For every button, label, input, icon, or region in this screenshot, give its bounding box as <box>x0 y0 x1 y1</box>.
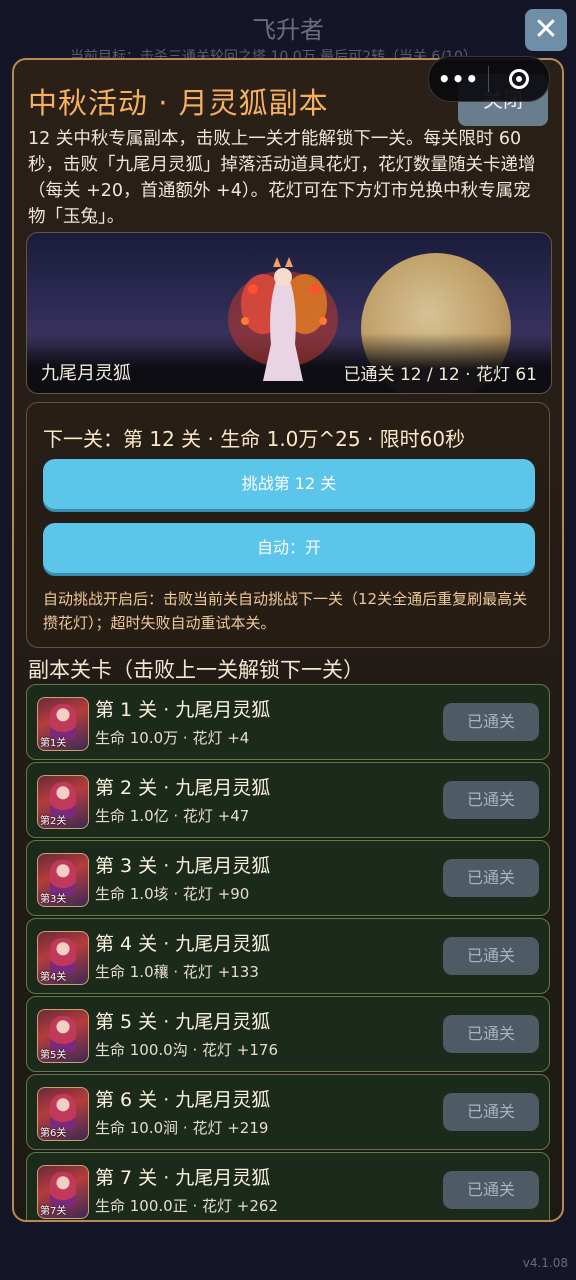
close-icon[interactable]: ✕ <box>525 9 567 51</box>
stage-thumbnail: 第4关 <box>37 931 89 985</box>
stage-row[interactable]: 第5关 第 5 关 · 九尾月灵狐 生命 100.0沟 · 花灯 +176 已通… <box>26 996 550 1072</box>
stage-name: 第 6 关 · 九尾月灵狐 <box>95 1089 271 1111</box>
stage-meta: 生命 100.0沟 · 花灯 +176 <box>95 1041 278 1059</box>
boss-banner: 九尾月灵狐 已通关 12 / 12 · 花灯 61 <box>26 232 552 394</box>
thumb-label: 第1关 <box>40 738 67 749</box>
more-icon[interactable]: ••• <box>429 67 488 91</box>
exit-target-icon[interactable] <box>489 69 548 89</box>
auto-toggle-button[interactable]: 自动：开 <box>43 523 535 573</box>
stage-row[interactable]: 第2关 第 2 关 · 九尾月灵狐 生命 1.0亿 · 花灯 +47 已通关 <box>26 762 550 838</box>
modal-title: 中秋活动 · 月灵狐副本 <box>28 86 329 120</box>
stage-meta: 生命 1.0垓 · 花灯 +90 <box>95 885 250 903</box>
thumb-label: 第4关 <box>40 972 67 983</box>
stage-thumbnail: 第1关 <box>37 697 89 751</box>
stage-status-button[interactable]: 已通关 <box>443 1093 539 1131</box>
stage-row[interactable]: 第1关 第 1 关 · 九尾月灵狐 生命 10.0万 · 花灯 +4 已通关 <box>26 684 550 760</box>
stage-name: 第 1 关 · 九尾月灵狐 <box>95 699 271 721</box>
stage-meta: 生命 1.0亿 · 花灯 +47 <box>95 807 250 825</box>
thumb-label: 第7关 <box>40 1206 67 1217</box>
stage-name: 第 3 关 · 九尾月灵狐 <box>95 855 271 877</box>
stage-status-button[interactable]: 已通关 <box>443 859 539 897</box>
progress-stats: 已通关 12 / 12 · 花灯 61 <box>343 365 537 385</box>
stage-name: 第 2 关 · 九尾月灵狐 <box>95 777 271 799</box>
stage-status-button[interactable]: 已通关 <box>443 1015 539 1053</box>
page-title: 飞升者 <box>252 16 324 44</box>
event-description: 12 关中秋专属副本，击败上一关才能解锁下一关。每关限时 60 秒，击败「九尾月… <box>28 129 536 227</box>
auto-challenge-note: 自动挑战开启后：击败当前关自动挑战下一关（12关全通后重复刷最高关攒花灯）；超时… <box>43 590 528 632</box>
challenge-button[interactable]: 挑战第 12 关 <box>43 459 535 509</box>
stage-meta: 生命 10.0万 · 花灯 +4 <box>95 729 250 747</box>
stage-thumbnail: 第5关 <box>37 1009 89 1063</box>
stage-meta: 生命 1.0穰 · 花灯 +133 <box>95 963 259 981</box>
nine-tailed-fox-illustration <box>228 257 338 381</box>
stage-thumbnail: 第2关 <box>37 775 89 829</box>
stage-row[interactable]: 第3关 第 3 关 · 九尾月灵狐 生命 1.0垓 · 花灯 +90 已通关 <box>26 840 550 916</box>
next-stage-title: 下一关：第 12 关 · 生命 1.0万^25 · 限时60秒 <box>43 427 466 451</box>
stage-status-button[interactable]: 已通关 <box>443 703 539 741</box>
stage-row[interactable]: 第4关 第 4 关 · 九尾月灵狐 生命 1.0穰 · 花灯 +133 已通关 <box>26 918 550 994</box>
stage-meta: 生命 10.0涧 · 花灯 +219 <box>95 1119 269 1137</box>
next-stage-panel: 下一关：第 12 关 · 生命 1.0万^25 · 限时60秒 挑战第 12 关… <box>26 402 550 648</box>
stage-name: 第 5 关 · 九尾月灵狐 <box>95 1011 271 1033</box>
boss-name: 九尾月灵狐 <box>41 363 131 384</box>
thumb-label: 第6关 <box>40 1128 67 1139</box>
stage-thumbnail: 第3关 <box>37 853 89 907</box>
event-modal: 中秋活动 · 月灵狐副本 关闭 12 关中秋专属副本，击败上一关才能解锁下一关。… <box>12 58 564 1222</box>
stage-status-button[interactable]: 已通关 <box>443 1171 539 1209</box>
stage-row[interactable]: 第7关 第 7 关 · 九尾月灵狐 生命 100.0正 · 花灯 +262 已通… <box>26 1152 550 1220</box>
stage-row[interactable]: 第6关 第 6 关 · 九尾月灵狐 生命 10.0涧 · 花灯 +219 已通关 <box>26 1074 550 1150</box>
stage-list-title: 副本关卡（击败上一关解锁下一关） <box>28 658 364 682</box>
thumb-label: 第5关 <box>40 1050 67 1061</box>
stage-thumbnail: 第6关 <box>37 1087 89 1141</box>
thumb-label: 第3关 <box>40 894 67 905</box>
mini-program-capsule: ••• <box>428 56 550 102</box>
thumb-label: 第2关 <box>40 816 67 827</box>
stage-status-button[interactable]: 已通关 <box>443 937 539 975</box>
stage-status-button[interactable]: 已通关 <box>443 781 539 819</box>
stage-name: 第 7 关 · 九尾月灵狐 <box>95 1167 271 1189</box>
version-label: v4.1.08 <box>522 1256 568 1270</box>
stage-thumbnail: 第7关 <box>37 1165 89 1219</box>
stage-meta: 生命 100.0正 · 花灯 +262 <box>95 1197 278 1215</box>
stage-name: 第 4 关 · 九尾月灵狐 <box>95 933 271 955</box>
